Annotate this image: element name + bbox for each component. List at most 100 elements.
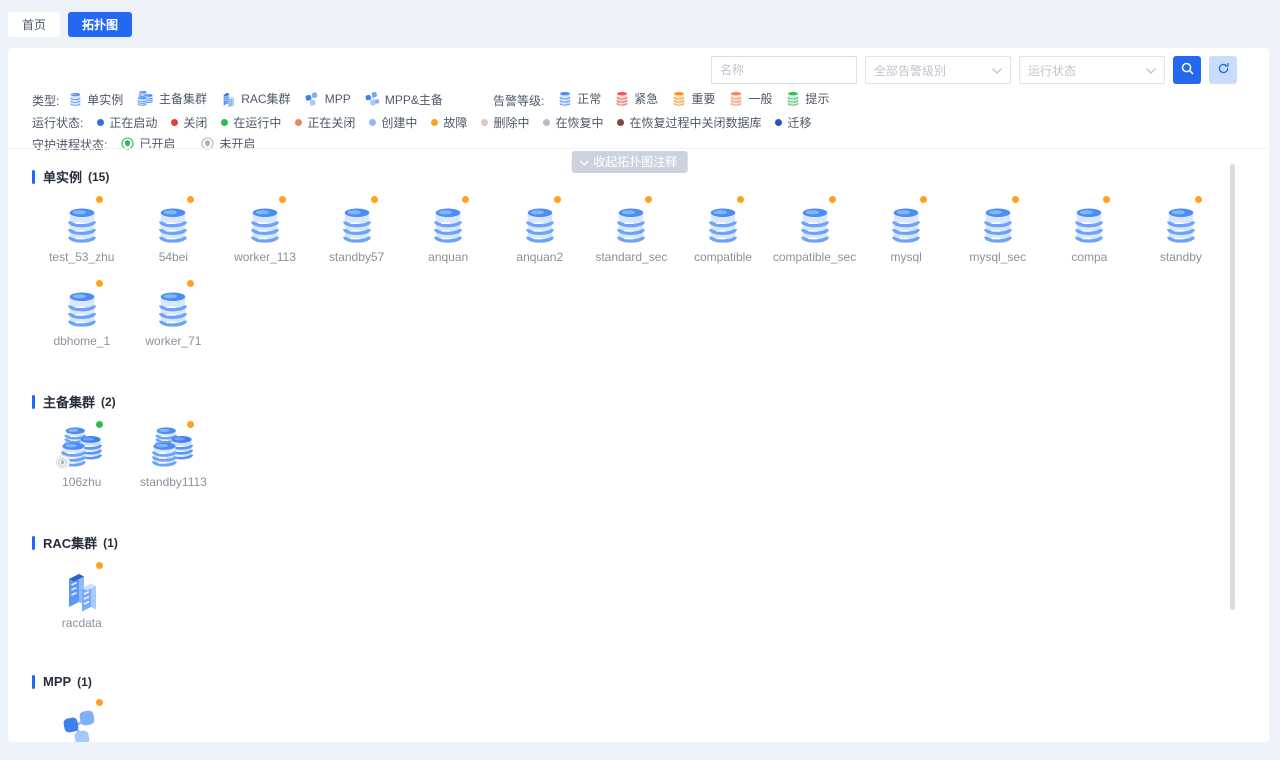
tab-topology[interactable]: 拓扑图 [68, 12, 132, 37]
topology-node[interactable]: compa [1044, 196, 1136, 264]
topology-node[interactable]: worker_113 [219, 196, 311, 264]
topology-node[interactable]: 54bei [128, 196, 220, 264]
topology-node[interactable]: dbhome_1 [36, 280, 128, 348]
topology-node[interactable]: 106zhu [36, 421, 128, 489]
legend-alarm-item: 紧急 [615, 90, 658, 107]
db-single-icon [523, 206, 557, 246]
topology-node[interactable]: anquan [402, 196, 494, 264]
legend-item-label: 一般 [748, 90, 772, 107]
db-single-icon [156, 290, 190, 330]
node-icon-wrap [241, 196, 289, 246]
node-label: standby57 [329, 250, 384, 264]
node-status-dot [737, 196, 744, 203]
run-status-select[interactable]: 运行状态 [1019, 56, 1165, 84]
node-icon-wrap [1157, 196, 1205, 246]
db-alarm-icon [729, 91, 743, 107]
topology-node[interactable]: standard [36, 699, 128, 742]
legend-run-status-item: 在恢复中 [543, 114, 603, 131]
mpp-cluster-icon [365, 91, 380, 107]
refresh-button[interactable] [1209, 56, 1237, 84]
section-title: RAC集群 [43, 533, 97, 552]
status-dot-icon [171, 119, 178, 126]
legend-item-label: 在运行中 [233, 114, 281, 131]
topology-node[interactable]: standby57 [311, 196, 403, 264]
db-single-icon [889, 206, 923, 246]
legend-type-item: RAC集群 [221, 90, 291, 107]
topology-node[interactable]: mysql_sec [952, 196, 1044, 264]
topology-node[interactable]: racdata [36, 562, 128, 630]
legend-type-item: MPP [305, 91, 351, 107]
node-icon-wrap [58, 562, 106, 612]
section-单实例: 单实例 (15) test_53_zhu 54bei worker_11 [32, 167, 1269, 364]
topology-node[interactable]: worker_71 [128, 280, 220, 348]
legend-alarm-item: 正常 [558, 90, 601, 107]
legend-item-label: 紧急 [634, 90, 658, 107]
node-label: anquan2 [516, 250, 563, 264]
db-alarm-icon [672, 91, 686, 107]
db-single-icon [156, 206, 190, 246]
legend-run-status-item: 在运行中 [221, 114, 281, 131]
legend-item-label: 主备集群 [159, 90, 207, 107]
topology-node[interactable]: test_53_zhu [36, 196, 128, 264]
node-grid: standard [36, 699, 1232, 742]
legend-run-status-item: 创建中 [369, 114, 417, 131]
section-title: MPP [43, 674, 71, 689]
node-icon-wrap [882, 196, 930, 246]
topology-node[interactable]: standby1113 [128, 421, 220, 489]
run-status-select-value: 运行状态 [1028, 62, 1076, 79]
node-icon-wrap [607, 196, 655, 246]
legend-item-label: 正常 [577, 90, 601, 107]
node-label: anquan [428, 250, 468, 264]
node-status-dot [96, 196, 103, 203]
legend-type-items: 单实例主备集群 RAC集群 MPP MPP&主备 [69, 90, 457, 110]
refresh-icon [1217, 62, 1230, 78]
node-status-dot [96, 280, 103, 287]
section-主备集群: 主备集群 (2) 106zhu standby1113 [32, 392, 1269, 505]
status-dot-icon [295, 119, 302, 126]
topology-canvas[interactable]: 单实例 (15) test_53_zhu 54bei worker_11 [8, 148, 1269, 742]
node-label: standard_sec [595, 250, 667, 264]
node-label: 54bei [159, 250, 188, 264]
legend-item-label: 正在启动 [109, 114, 157, 131]
topology-node[interactable]: compatible_sec [769, 196, 861, 264]
alarm-level-select[interactable]: 全部告警级别 [865, 56, 1011, 84]
db-alarm-icon [786, 91, 800, 107]
db-single-icon [798, 206, 832, 246]
node-icon-wrap [58, 699, 106, 742]
node-label: compatible_sec [773, 250, 856, 264]
legend-item-label: 迁移 [787, 114, 811, 131]
mpp-icon [305, 91, 320, 107]
mpp-icon [62, 707, 102, 742]
tab-home[interactable]: 首页 [8, 12, 60, 37]
legend-type-item: 主备集群 [137, 90, 207, 107]
section-count: (2) [101, 395, 116, 409]
db-cluster-icon [151, 425, 195, 471]
legend-run-status-item: 在恢复过程中关闭数据库 [617, 114, 761, 131]
status-dot-icon [221, 119, 228, 126]
node-grid: 106zhu standby1113 [36, 421, 1232, 505]
node-icon-wrap [1065, 196, 1113, 246]
daemon-badge-icon [56, 455, 70, 469]
chevron-down-icon [992, 63, 1002, 77]
node-label: mysql [890, 250, 921, 264]
section-count: (1) [77, 675, 92, 689]
status-dot-icon [97, 119, 104, 126]
topology-node[interactable]: standby [1135, 196, 1227, 264]
topology-node[interactable]: compatible [677, 196, 769, 264]
name-search-input[interactable] [711, 56, 857, 84]
section-header: MPP (1) [32, 674, 1269, 689]
node-label: standby1113 [140, 475, 207, 489]
node-status-dot [96, 699, 103, 706]
topology-node[interactable]: standard_sec [586, 196, 678, 264]
section-title: 主备集群 [43, 392, 95, 411]
search-button[interactable] [1173, 56, 1201, 84]
section-MPP: MPP (1) standard [32, 674, 1269, 742]
legend-row-type: 类型: 单实例主备集群 RAC集群 MPP MPP&主备 告警等级: 正常紧急重… [32, 89, 843, 111]
node-icon-wrap [333, 196, 381, 246]
legend-run-status-label: 运行状态: [32, 114, 83, 131]
topology-node[interactable]: anquan2 [494, 196, 586, 264]
vertical-scrollbar[interactable] [1230, 164, 1235, 610]
topology-node[interactable]: mysql [860, 196, 952, 264]
section-title: 单实例 [43, 167, 82, 186]
node-status-dot [1195, 196, 1202, 203]
